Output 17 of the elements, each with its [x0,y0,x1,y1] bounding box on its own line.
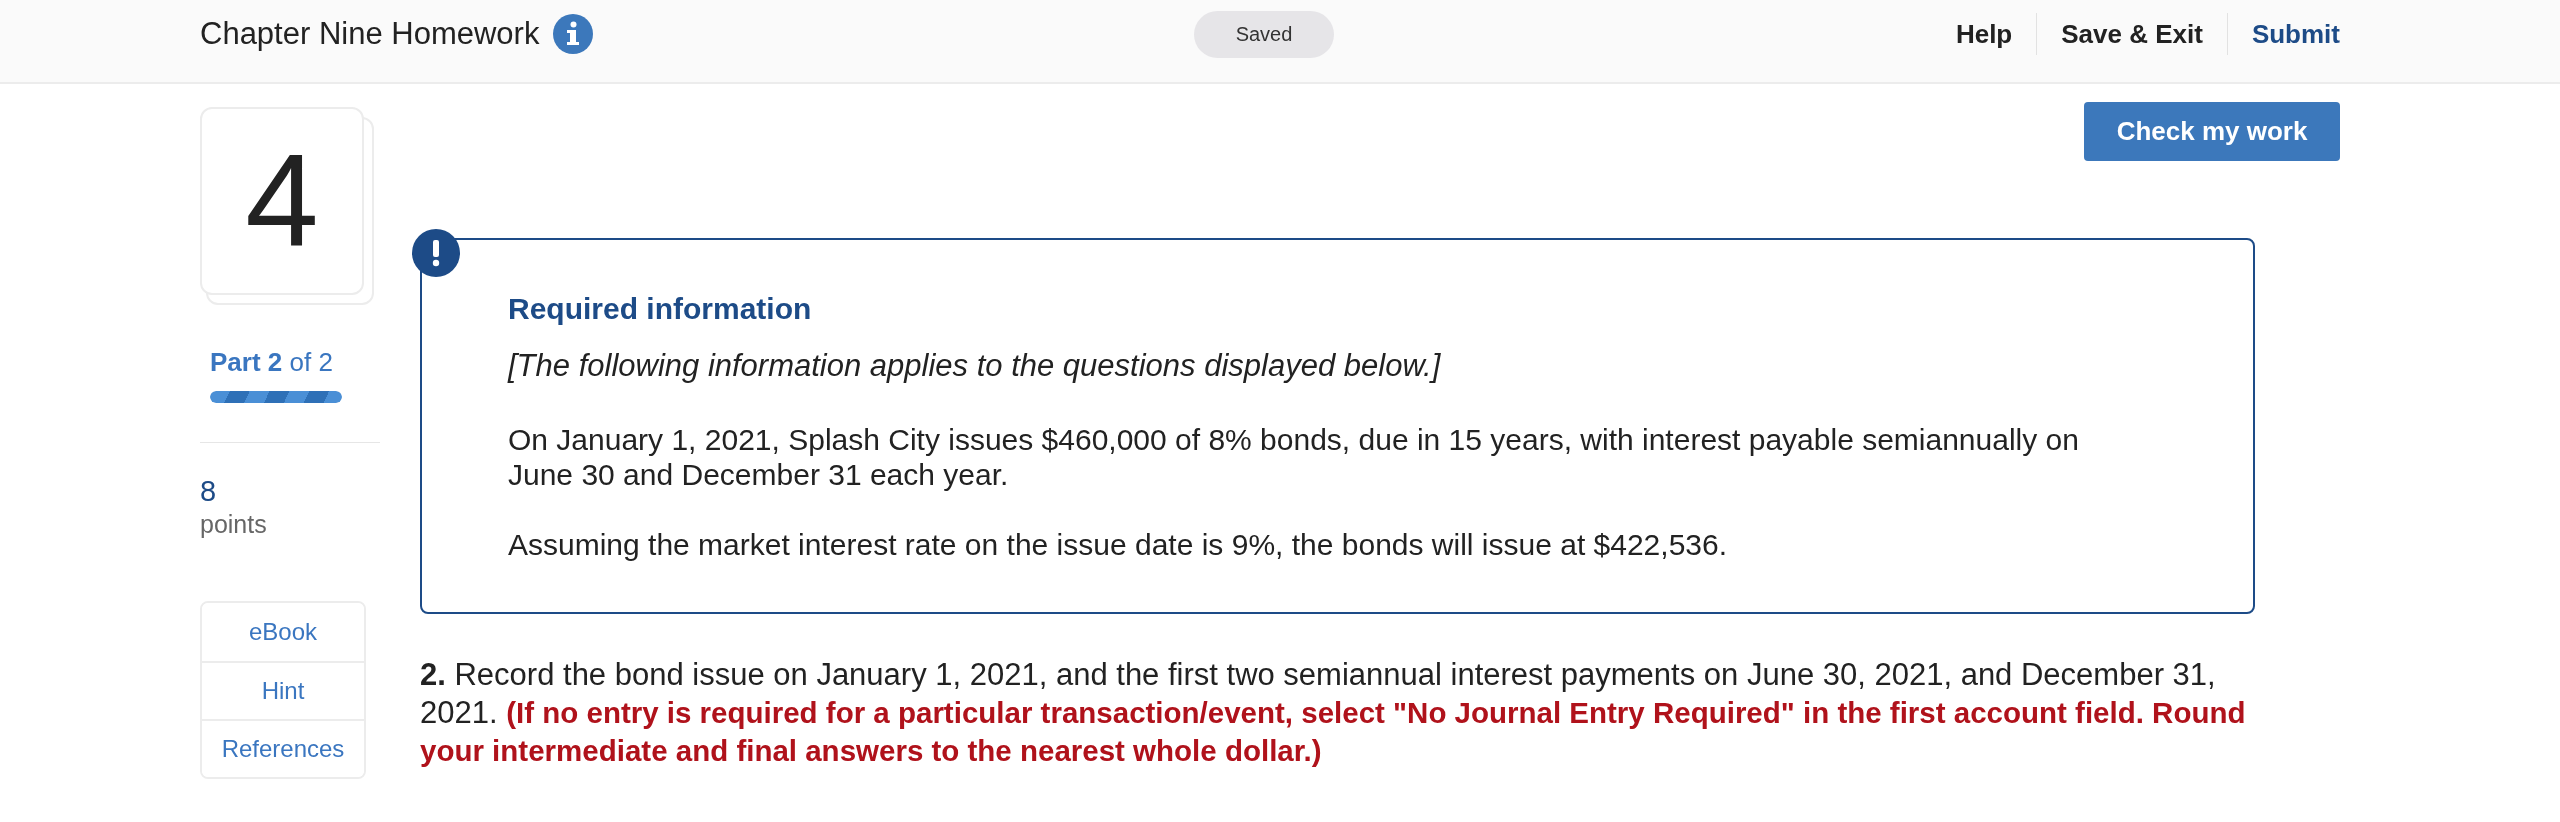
question-text: 2. Record the bond issue on January 1, 2021, and the first two semiannual interest payments on June 30, 2021, and December 31, 2021. (If no entry is required for a particular transaction/event, select "No Journal Entry Required" in the first account field. Round your intermediate and final answers to the nearest whole dollar.) [420,656,2247,769]
info-paragraph: Assuming the market interest rate on the issue date is 9%, the bonds will issue at $422,536. [508,527,1728,562]
resource-link[interactable]: References [202,719,364,777]
info-icon[interactable] [553,14,594,54]
info-note: [The following information applies to the questions displayed below.] [508,348,1442,384]
assignment-title: Chapter Nine Homework [200,15,540,53]
nav-link[interactable]: Submit [2251,17,2340,51]
nav-link[interactable]: Help [1955,17,2013,51]
question-number: 4 [245,131,319,271]
nav-link[interactable]: Save & Exit [2061,17,2203,51]
points-value: 8 [200,474,217,509]
check-my-work-button[interactable]: Check my work [2084,102,2340,161]
info-heading: Required information [508,291,813,327]
points-label: points [200,509,267,539]
info-paragraph: On January 1, 2021, Splash City issues $460,000 of 8% bonds, due in 15 years, with interest payable semiannually on June 30 and December 31 each year. [508,422,2080,492]
part-progress-label: Part 2 of 2 [210,347,333,377]
save-status-indicator: Saved [1194,10,1334,58]
